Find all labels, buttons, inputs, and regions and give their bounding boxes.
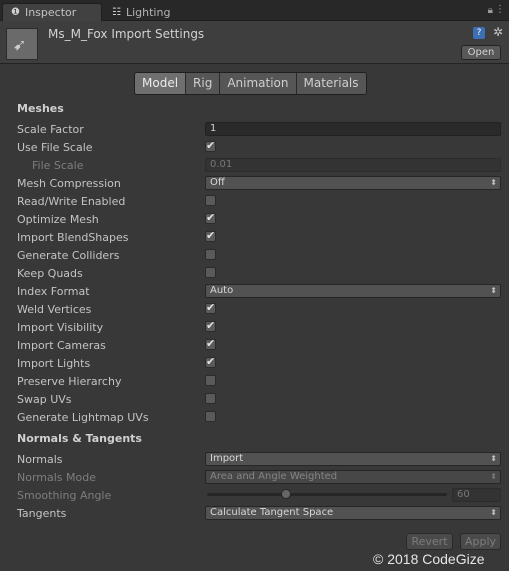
checkmark-icon: ✔ xyxy=(206,337,216,350)
grid-icon: ☷ xyxy=(112,6,121,18)
optimize-mesh-label: Optimize Mesh xyxy=(17,213,99,226)
lock-icon[interactable]: 🔒︎ xyxy=(488,5,493,16)
preserve-hierarchy-label: Preserve Hierarchy xyxy=(17,375,122,388)
checkmark-icon: ✔ xyxy=(206,319,216,332)
gear-icon[interactable]: ✲ xyxy=(493,25,503,39)
mesh-compression-dropdown[interactable]: Off ⬍ xyxy=(205,176,501,190)
keep-quads-checkbox[interactable] xyxy=(205,267,216,278)
smoothing-angle-value: 60 xyxy=(452,488,501,502)
dropdown-arrow-icon: ⬍ xyxy=(490,508,497,517)
apply-button[interactable]: Apply xyxy=(460,533,501,550)
tab-materials[interactable]: Materials xyxy=(296,73,366,94)
weld-vertices-checkbox[interactable]: ✔ xyxy=(205,301,216,314)
mesh-compression-value: Off xyxy=(210,177,225,188)
dropdown-arrow-icon: ⬍ xyxy=(490,454,497,463)
scale-factor-label: Scale Factor xyxy=(17,123,84,136)
normals-dropdown[interactable]: Import ⬍ xyxy=(205,452,501,466)
open-button[interactable]: Open xyxy=(461,45,501,60)
info-icon: ❶ xyxy=(11,7,20,18)
normals-section-title: Normals & Tangents xyxy=(17,432,142,445)
mesh-compression-label: Mesh Compression xyxy=(17,177,121,190)
import-lights-label: Import Lights xyxy=(17,357,91,370)
import-cameras-checkbox[interactable]: ✔ xyxy=(205,337,216,350)
read-write-label: Read/Write Enabled xyxy=(17,195,126,208)
swap-uvs-label: Swap UVs xyxy=(17,393,72,406)
checkmark-icon: ✔ xyxy=(206,229,216,242)
checkmark-icon: ✔ xyxy=(206,355,216,368)
file-scale-field: 0.01 xyxy=(205,158,501,172)
revert-button[interactable]: Revert xyxy=(406,533,453,550)
model-asset-icon: ➹ xyxy=(6,28,38,60)
tab-inspector[interactable]: ❶ Inspector xyxy=(2,3,102,21)
use-file-scale-label: Use File Scale xyxy=(17,141,93,154)
tab-model[interactable]: Model xyxy=(135,73,187,94)
meshes-section-title: Meshes xyxy=(17,102,64,115)
index-format-dropdown[interactable]: Auto ⬍ xyxy=(205,284,501,298)
scale-factor-input[interactable]: 1 xyxy=(205,122,501,136)
import-blendshapes-label: Import BlendShapes xyxy=(17,231,129,244)
tangents-label: Tangents xyxy=(17,507,67,520)
import-visibility-label: Import Visibility xyxy=(17,321,104,334)
tab-animation[interactable]: Animation xyxy=(220,73,297,94)
normals-label: Normals xyxy=(17,453,63,466)
import-settings-tabs: Model Rig Animation Materials xyxy=(134,72,367,95)
normals-mode-dropdown: Area and Angle Weighted ⬍ xyxy=(205,470,501,484)
smoothing-angle-label: Smoothing Angle xyxy=(17,489,112,502)
tab-inspector-label: Inspector xyxy=(24,6,77,19)
tangents-value: Calculate Tangent Space xyxy=(210,507,334,518)
tab-lighting[interactable]: ☷ Lighting xyxy=(104,3,184,21)
checkmark-icon: ✔ xyxy=(206,139,216,152)
normals-value: Import xyxy=(210,453,244,464)
import-cameras-label: Import Cameras xyxy=(17,339,106,352)
preserve-hierarchy-checkbox[interactable] xyxy=(205,375,216,386)
generate-colliders-label: Generate Colliders xyxy=(17,249,120,262)
normals-mode-value: Area and Angle Weighted xyxy=(210,471,338,482)
index-format-value: Auto xyxy=(210,285,234,296)
normals-mode-label: Normals Mode xyxy=(17,471,96,484)
generate-lightmap-uvs-checkbox[interactable] xyxy=(205,411,216,422)
generate-colliders-checkbox[interactable] xyxy=(205,249,216,260)
checkmark-icon: ✔ xyxy=(206,211,216,224)
dropdown-arrow-icon: ⬍ xyxy=(490,178,497,187)
import-lights-checkbox[interactable]: ✔ xyxy=(205,355,216,368)
import-visibility-checkbox[interactable]: ✔ xyxy=(205,319,216,332)
tab-rig[interactable]: Rig xyxy=(186,73,221,94)
tangents-dropdown[interactable]: Calculate Tangent Space ⬍ xyxy=(205,506,501,520)
dropdown-arrow-icon: ⬍ xyxy=(490,472,497,481)
help-icon[interactable]: ? xyxy=(473,27,485,39)
menu-dots-icon[interactable]: ⋮ xyxy=(495,4,505,15)
generate-lightmap-uvs-label: Generate Lightmap UVs xyxy=(17,411,149,424)
swap-uvs-checkbox[interactable] xyxy=(205,393,216,404)
keep-quads-label: Keep Quads xyxy=(17,267,83,280)
smoothing-angle-slider-track xyxy=(207,493,447,496)
weld-vertices-label: Weld Vertices xyxy=(17,303,92,316)
page-title: Ms_M_Fox Import Settings xyxy=(48,27,205,41)
read-write-checkbox[interactable] xyxy=(205,195,216,206)
checkmark-icon: ✔ xyxy=(206,301,216,314)
dropdown-arrow-icon: ⬍ xyxy=(490,286,497,295)
smoothing-angle-slider-thumb xyxy=(281,489,291,499)
window-tab-bar: ❶ Inspector ☷ Lighting 🔒︎ ⋮ xyxy=(0,0,509,21)
tab-lighting-label: Lighting xyxy=(125,5,171,19)
index-format-label: Index Format xyxy=(17,285,90,298)
file-scale-label: File Scale xyxy=(32,159,84,172)
use-file-scale-checkbox[interactable]: ✔ xyxy=(205,139,216,152)
asset-header: ➹ Ms_M_Fox Import Settings ? ✲ Open xyxy=(0,21,509,64)
optimize-mesh-checkbox[interactable]: ✔ xyxy=(205,211,216,224)
import-blendshapes-checkbox[interactable]: ✔ xyxy=(205,229,216,242)
watermark-text: © 2018 CodeGize xyxy=(373,551,485,567)
